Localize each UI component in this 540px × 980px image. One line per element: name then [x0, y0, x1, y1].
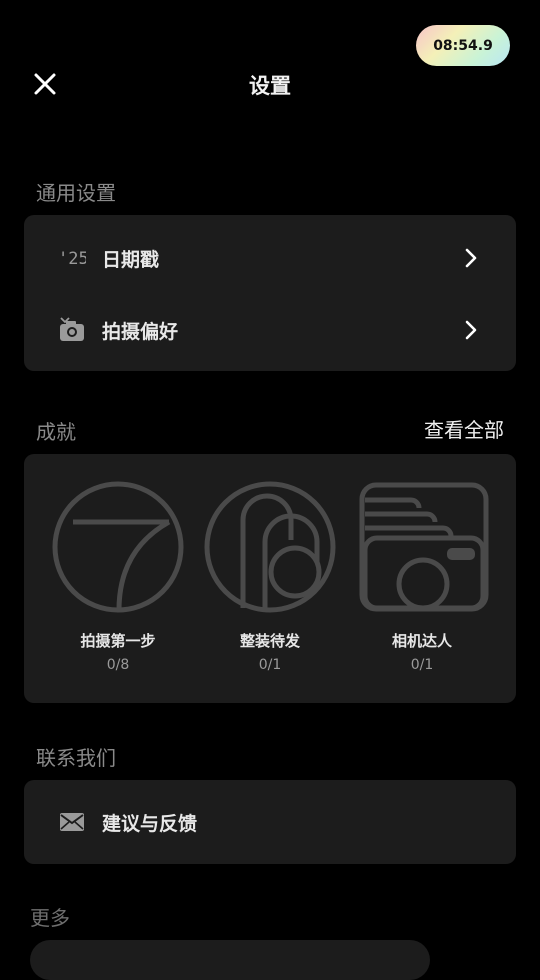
achievement-first-step[interactable]: 拍摄第一步 0/8 [48, 480, 188, 673]
mail-icon [58, 808, 86, 836]
settings-item-label: 建议与反馈 [102, 812, 198, 835]
date-stamp-icon: '25 [58, 244, 86, 272]
more-card [30, 940, 430, 980]
camera-expert-badge-icon [359, 482, 489, 612]
settings-item-feedback[interactable]: 建议与反馈 [24, 792, 516, 852]
achievement-ready-to-go[interactable]: 整装待发 0/1 [200, 480, 340, 673]
svg-text:'25: '25 [58, 249, 86, 268]
chevron-right-icon [465, 320, 477, 340]
settings-item-shooting-preference[interactable]: 拍摄偏好 [24, 300, 516, 360]
achievements-card: 拍摄第一步 0/8 整装待发 0/1 相机达人 0/1 [24, 454, 516, 703]
page-title: 设置 [249, 74, 291, 98]
section-label-general: 通用设置 [36, 181, 116, 205]
section-label-achievements: 成就 [36, 420, 76, 444]
chevron-right-icon [465, 248, 477, 268]
achievement-camera-expert[interactable]: 相机达人 0/1 [352, 480, 492, 673]
section-label-more: 更多 [30, 906, 70, 930]
settings-item-label: 拍摄偏好 [102, 320, 179, 343]
achievement-progress: 0/1 [258, 657, 282, 673]
achievement-progress: 0/1 [410, 657, 434, 673]
timer-badge: 08:54.9 [416, 25, 510, 66]
achievement-name: 相机达人 [391, 632, 452, 650]
contact-card: 建议与反馈 [24, 780, 516, 864]
settings-item-date-stamp[interactable]: '25 日期戳 [24, 228, 516, 288]
section-label-contact: 联系我们 [36, 746, 116, 770]
ready-to-go-badge-icon [204, 481, 336, 613]
settings-item-label: 日期戳 [102, 248, 160, 271]
achievement-progress: 0/8 [106, 657, 130, 673]
achievement-name: 整装待发 [239, 632, 300, 650]
first-step-badge-icon [52, 481, 184, 613]
achievement-name: 拍摄第一步 [80, 632, 156, 650]
camera-preference-icon [58, 316, 86, 344]
general-settings-card: '25 日期戳 拍摄偏好 [24, 215, 516, 371]
view-all-link[interactable]: 查看全部 [424, 414, 504, 443]
